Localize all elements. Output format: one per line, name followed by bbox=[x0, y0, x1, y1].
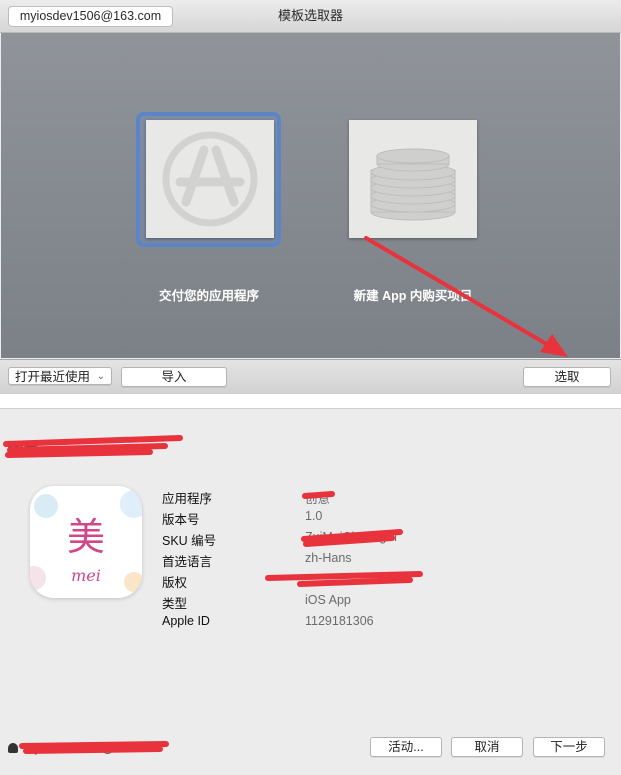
user-icon bbox=[8, 743, 18, 753]
value-apple-id: 1129181306 bbox=[305, 614, 374, 628]
value-sku: ZuiMeiChuangYi bbox=[305, 530, 397, 544]
label-sku: SKU 编号 bbox=[162, 534, 217, 548]
template-label-in-app-purchase: 新建 App 内购买项目 bbox=[353, 289, 473, 303]
template-thumbnail bbox=[146, 120, 274, 238]
cancel-button[interactable]: 取消 bbox=[451, 737, 523, 757]
redaction-copyright bbox=[265, 571, 423, 587]
app-icon: 美 mei bbox=[30, 486, 142, 598]
open-recent-dropdown[interactable]: 打开最近使用 ⌄ bbox=[8, 367, 112, 385]
label-version: 版本号 bbox=[162, 513, 200, 527]
footer-user-email: myiosdev1506@163.com bbox=[24, 741, 160, 755]
label-type: 类型 bbox=[162, 597, 188, 611]
next-button[interactable]: 下一步 bbox=[533, 737, 605, 757]
choose-button[interactable]: 选取 bbox=[523, 367, 611, 387]
label-language: 首选语言 bbox=[162, 555, 213, 569]
label-copyright: 版权 bbox=[162, 576, 188, 590]
label-app: 应用程序 bbox=[162, 492, 213, 506]
footer-user: myiosdev1506@163.com bbox=[8, 741, 160, 755]
app-record-panel: 创意 美 mei 应用程序 创意 版本号 1.0 SKU 编号 ZuiMeiCh… bbox=[0, 408, 621, 775]
divider bbox=[0, 408, 621, 409]
chevron-down-icon: ⌄ bbox=[96, 371, 105, 382]
template-chooser-window: 模板选取器 myiosdev1506@163.com 交付您的应用程序 新建 A… bbox=[0, 0, 621, 394]
activity-button[interactable]: 活动... bbox=[370, 737, 442, 757]
open-recent-label: 打开最近使用 bbox=[15, 370, 91, 384]
value-version: 1.0 bbox=[305, 509, 323, 523]
value-type: iOS App bbox=[305, 593, 351, 607]
app-name-heading: 创意 bbox=[8, 441, 39, 458]
template-in-app-purchase[interactable] bbox=[339, 112, 479, 242]
value-app: 创意 bbox=[305, 492, 331, 506]
value-language: zh-Hans bbox=[305, 551, 352, 565]
label-apple-id: Apple ID bbox=[162, 614, 210, 628]
template-label-deliver-app: 交付您的应用程序 bbox=[158, 289, 259, 303]
template-thumbnail bbox=[349, 120, 477, 238]
import-button[interactable]: 导入 bbox=[121, 367, 227, 387]
template-gallery: 交付您的应用程序 新建 App 内购买项目 bbox=[1, 33, 620, 358]
app-icon-text: mei bbox=[71, 566, 101, 585]
template-deliver-app[interactable] bbox=[136, 112, 281, 247]
title-bar: 模板选取器 myiosdev1506@163.com bbox=[0, 0, 621, 33]
account-selector[interactable]: myiosdev1506@163.com bbox=[8, 6, 173, 27]
app-icon-glyph: 美 bbox=[66, 515, 105, 559]
app-store-icon bbox=[162, 131, 258, 227]
coins-icon bbox=[370, 148, 456, 221]
bottom-toolbar: 打开最近使用 ⌄ 导入 选取 bbox=[0, 359, 621, 394]
